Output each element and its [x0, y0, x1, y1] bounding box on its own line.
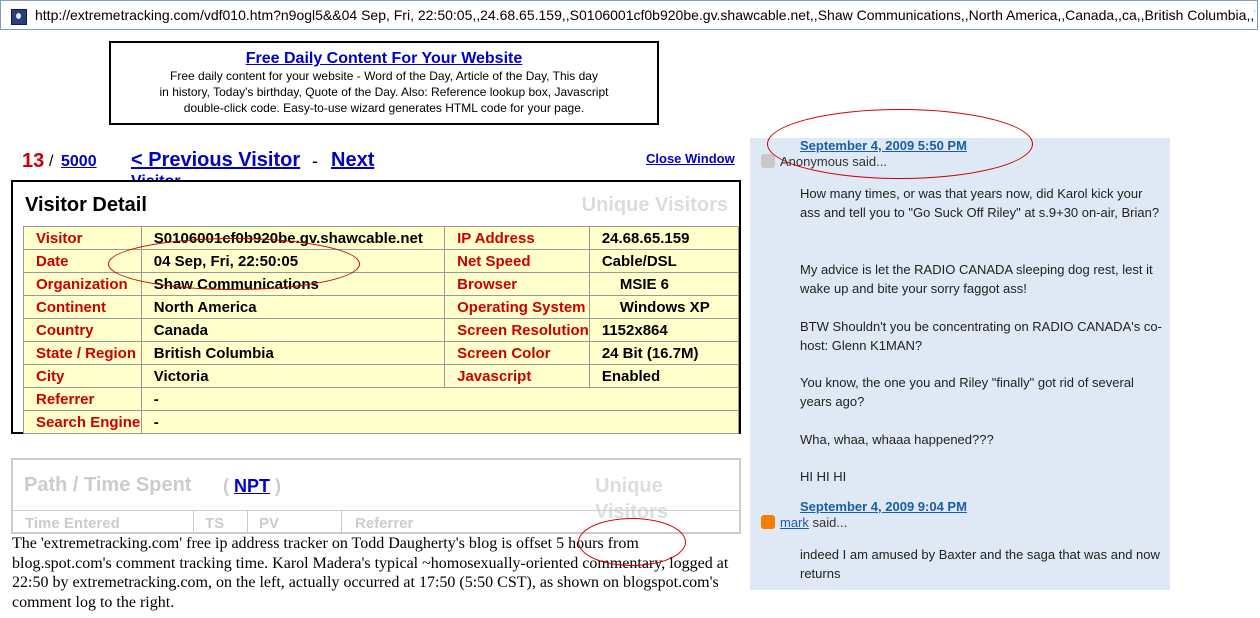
comment-paragraph: How many times, or was that years now, d… [800, 186, 1160, 220]
field-value: 04 Sep, Fri, 22:50:05 [140, 249, 446, 273]
nav-separator: - [312, 151, 318, 171]
comment-paragraph: You know, the one you and Riley "finally… [800, 375, 1134, 409]
table-row: Organization Shaw Communications Browser… [23, 272, 740, 296]
visitor-detail-panel: Visitor Detail Unique Visitors Visitor S… [11, 180, 741, 434]
visitor-total-link[interactable]: 5000 [61, 153, 97, 171]
column-header: Referrer [355, 515, 414, 532]
blogger-avatar-icon [761, 515, 775, 529]
close-window-link[interactable]: Close Window [646, 151, 735, 166]
field-value: Victoria [140, 364, 446, 388]
column-header: PV [259, 515, 280, 532]
field-label: Date [23, 249, 142, 273]
field-label: Organization [23, 272, 142, 296]
comment-paragraph: My advice is let the RADIO CANADA sleepi… [800, 262, 1153, 296]
ad-box: Free Daily Content For Your Website Free… [109, 41, 659, 125]
field-value: Enabled [588, 364, 740, 388]
field-value: British Columbia [140, 341, 446, 365]
ad-text-line: double-click code. Easy-to-use wizard ge… [183, 101, 585, 115]
comment-author: Anonymous said... [780, 154, 887, 169]
field-label: Screen Color [444, 341, 590, 365]
path-time-panel: Path / Time Spent ( NPT ) Unique Visitor… [11, 458, 741, 537]
comment-said: said... [812, 515, 848, 530]
field-value: 24 Bit (16.7M) [588, 341, 740, 365]
visitor-detail-title: Visitor Detail [25, 194, 147, 216]
table-row: Continent North America Operating System… [23, 295, 740, 319]
path-table-header: Time Entered TS PV Referrer [13, 510, 739, 537]
field-value: - [140, 387, 740, 411]
field-label: Screen Resolution [444, 318, 590, 342]
field-label: Javascript [444, 364, 590, 388]
comment-paragraph: BTW Shouldn't you be concentrating on RA… [800, 319, 1162, 353]
column-header: Time Entered [25, 515, 120, 532]
table-row: State / Region British Columbia Screen C… [23, 341, 740, 365]
page-icon [11, 9, 27, 25]
comment-date-link[interactable]: September 4, 2009 5:50 PM [800, 138, 967, 153]
field-label: Browser [444, 272, 590, 296]
field-label: Search Engine [23, 410, 142, 434]
table-row: City Victoria Javascript Enabled [23, 364, 740, 388]
field-value: S0106001cf0b920be.gv.shawcable.net [140, 226, 446, 250]
address-url[interactable]: http://extremetracking.com/vdf010.htm?n9… [35, 7, 1255, 23]
field-label: Continent [23, 295, 142, 319]
comment-paragraph: Wha, whaa, whaaa happened??? [800, 432, 994, 447]
table-row: Referrer - [23, 387, 740, 411]
unique-visitors-watermark: Unique Visitors [581, 194, 728, 216]
comment-said: said... [852, 154, 887, 169]
next-link[interactable]: Next [331, 149, 374, 172]
comment-author-link[interactable]: mark [780, 515, 809, 530]
npt-group: ( NPT ) [223, 476, 281, 497]
field-value: 1152x864 [588, 318, 740, 342]
comment-author-name: Anonymous [780, 154, 849, 169]
field-value: North America [140, 295, 446, 319]
field-label: State / Region [23, 341, 142, 365]
field-value: Shaw Communications [140, 272, 446, 296]
table-row: Date 04 Sep, Fri, 22:50:05 Net Speed Cab… [23, 249, 740, 273]
visitor-index: 13 [22, 150, 45, 172]
field-value: Cable/DSL [588, 249, 740, 273]
ad-text-line: Free daily content for your website - Wo… [170, 69, 598, 83]
counter-separator: / [49, 153, 54, 170]
next-visitor-overflow-text: Visitor [131, 173, 181, 180]
table-row: Visitor S0106001cf0b920be.gv.shawcable.n… [23, 226, 740, 250]
table-row: Search Engine - [23, 410, 740, 434]
comment-date-link[interactable]: September 4, 2009 9:04 PM [800, 499, 967, 514]
field-label: IP Address [444, 226, 590, 250]
field-value: MSIE 6 [588, 272, 740, 296]
field-label: Net Speed [444, 249, 590, 273]
address-bar[interactable]: http://extremetracking.com/vdf010.htm?n9… [0, 0, 1258, 30]
ad-text-line: in history, Today's birthday, Quote of t… [159, 85, 609, 99]
field-value: Windows XP [588, 295, 740, 319]
anonymous-avatar-icon [761, 154, 775, 168]
table-row: Country Canada Screen Resolution 1152x86… [23, 318, 740, 342]
npt-link[interactable]: NPT [234, 476, 270, 496]
caption-text: The 'extremetracking.com' free ip addres… [12, 535, 516, 552]
caption-highlight: offset 5 hours [515, 535, 604, 552]
field-label: City [23, 364, 142, 388]
comment-paragraph: indeed I am amused by Baxter and the sag… [800, 547, 1160, 581]
npt-paren: ( [223, 476, 229, 496]
npt-paren: ) [275, 476, 282, 496]
field-label: Visitor [23, 226, 142, 250]
comments-panel: September 4, 2009 5:50 PM Anonymous said… [750, 138, 1170, 590]
field-value: Canada [140, 318, 446, 342]
unique-visitors-watermark: Unique Visitors [595, 475, 668, 523]
path-title: Path / Time Spent [24, 474, 192, 496]
screenshot-caption: The 'extremetracking.com' free ip addres… [12, 534, 742, 612]
ad-title-link[interactable]: Free Daily Content For Your Website [111, 50, 657, 68]
visitor-detail-table: Visitor S0106001cf0b920be.gv.shawcable.n… [23, 226, 740, 434]
field-label: Operating System [444, 295, 590, 319]
field-value: - [140, 410, 740, 434]
comment-paragraph: HI HI HI [800, 469, 847, 484]
column-header: TS [205, 515, 225, 532]
field-value: 24.68.65.159 [588, 226, 740, 250]
previous-visitor-link[interactable]: < Previous Visitor [131, 149, 300, 172]
field-label: Referrer [23, 387, 142, 411]
comment-author: mark said... [780, 515, 847, 530]
field-label: Country [23, 318, 142, 342]
